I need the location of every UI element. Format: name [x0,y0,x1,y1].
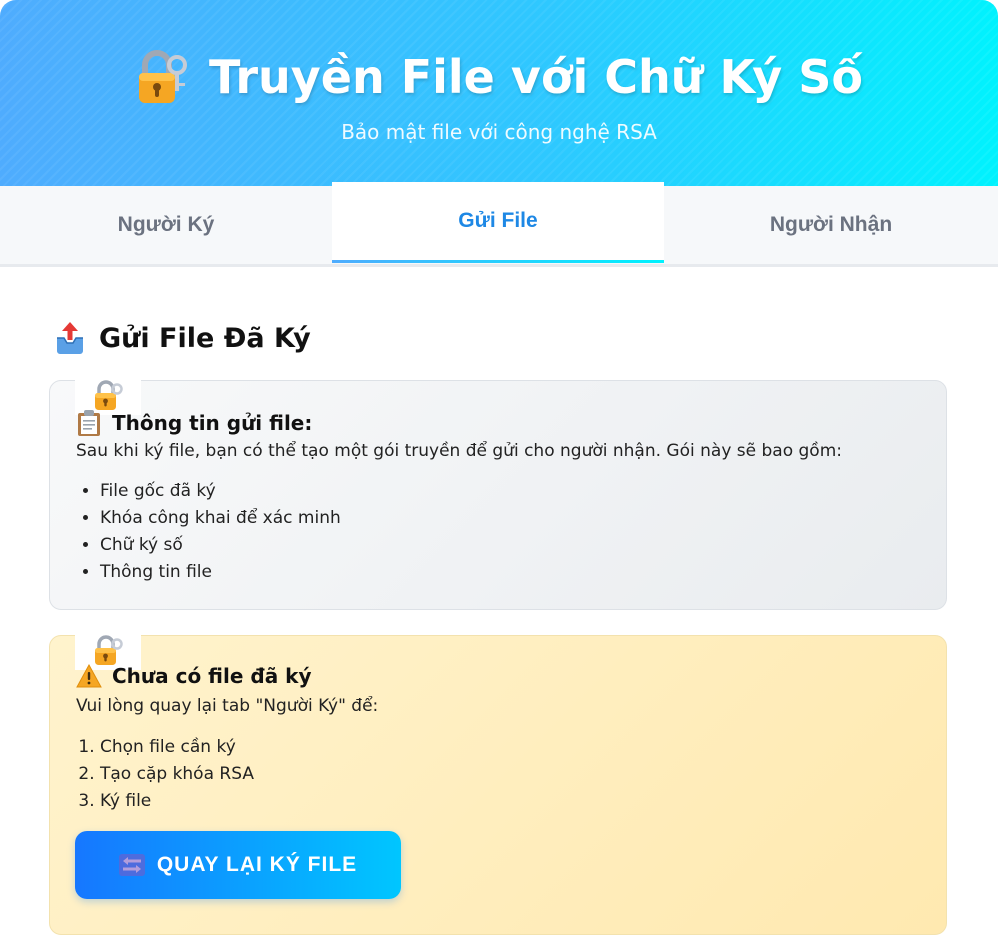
steps-list: Chọn file cần ký Tạo cặp khóa RSA Ký fil… [76,734,254,815]
warning-heading: Chưa có file đã ký [76,664,312,688]
list-item: Chữ ký số [100,532,341,559]
info-heading: Thông tin gửi file: [76,409,312,437]
warning-description: Vui lòng quay lại tab "Người Ký" để: [76,696,379,716]
info-heading-text: Thông tin gửi file: [112,411,313,435]
back-to-sign-button[interactable]: QUAY LẠI KÝ FILE [75,831,401,899]
tab-send-file[interactable]: Gửi File [332,182,664,263]
back-button-label: QUAY LẠI KÝ FILE [156,853,358,876]
list-item: Thông tin file [100,559,341,586]
lock-with-key-icon [93,379,123,411]
warning-heading-text: Chưa có file đã ký [112,664,312,688]
tab-bar: Người Ký Gửi File Người Nhận [0,182,998,267]
warning-card: Chưa có file đã ký Vui lòng quay lại tab… [49,630,947,935]
warning-icon [76,664,102,688]
app-title: Truyền File với Chữ Ký Số [209,50,863,104]
title-row: Truyền File với Chữ Ký Số [0,42,998,112]
info-description: Sau khi ký file, bạn có thể tạo một gói … [76,441,842,461]
outbox-tray-icon [55,322,85,354]
section-header: Gửi File Đã Ký [55,316,311,360]
tab-receiver[interactable]: Người Nhận [664,186,998,264]
section-title: Gửi File Đã Ký [99,322,311,354]
lock-with-key-icon [93,634,123,666]
lock-with-key-icon [135,49,188,105]
list-item: Khóa công khai để xác minh [100,505,341,532]
info-list: File gốc đã ký Khóa công khai để xác min… [76,478,341,586]
list-item: Chọn file cần ký [100,734,254,761]
left-arrows-icon [118,854,145,876]
clipboard-icon [76,409,102,437]
list-item: Ký file [100,788,254,815]
app-subtitle: Bảo mật file với công nghệ RSA [341,120,657,144]
info-card: Thông tin gửi file: Sau khi ký file, bạn… [49,375,947,610]
list-item: Tạo cặp khóa RSA [100,761,254,788]
list-item: File gốc đã ký [100,478,341,505]
app-header: Truyền File với Chữ Ký Số Bảo mật file v… [0,0,998,186]
tab-signer[interactable]: Người Ký [0,186,332,264]
